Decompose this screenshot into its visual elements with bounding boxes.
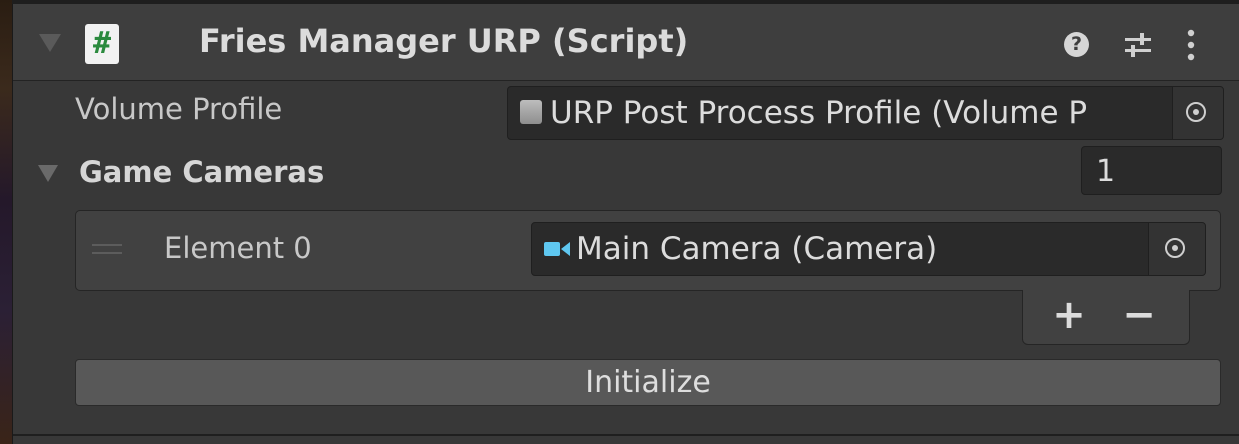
drag-handle-icon[interactable]	[92, 244, 122, 256]
object-picker-icon	[1186, 102, 1206, 122]
list-footer: + −	[1022, 290, 1190, 345]
game-cameras-foldout-icon[interactable]	[38, 165, 58, 182]
scene-background-strip	[0, 0, 12, 444]
initialize-button[interactable]: Initialize	[75, 359, 1221, 406]
element-0-label: Element 0	[164, 231, 312, 265]
volume-profile-label: Volume Profile	[75, 92, 283, 126]
game-cameras-label[interactable]: Game Cameras	[79, 155, 324, 189]
object-picker-icon	[1165, 238, 1185, 258]
object-picker-button[interactable]	[1172, 87, 1223, 139]
inspector-component-panel: # Fries Manager URP (Script) ? Volume Pr…	[12, 4, 1239, 444]
volume-profile-field[interactable]: URP Post Process Profile (Volume P	[507, 86, 1224, 140]
volume-profile-icon	[520, 100, 542, 124]
element-0-value: Main Camera (Camera)	[576, 231, 938, 267]
element-0-camera-field[interactable]: Main Camera (Camera)	[531, 222, 1206, 276]
presets-sliders-icon[interactable]	[1123, 30, 1153, 60]
csharp-script-icon: #	[85, 24, 119, 64]
triangle-down-icon[interactable]	[39, 34, 61, 52]
volume-profile-value: URP Post Process Profile (Volume P	[550, 95, 1088, 131]
object-picker-button[interactable]	[1148, 223, 1205, 275]
camera-icon	[544, 242, 570, 256]
remove-element-button[interactable]: −	[1109, 290, 1169, 342]
component-header[interactable]: # Fries Manager URP (Script) ?	[13, 4, 1239, 81]
component-title: Fries Manager URP (Script)	[199, 22, 689, 60]
add-element-button[interactable]: +	[1039, 290, 1099, 342]
game-cameras-list: Element 0 Main Camera (Camera)	[75, 210, 1221, 291]
game-cameras-size-input[interactable]: 1	[1081, 146, 1222, 195]
help-icon[interactable]: ?	[1064, 32, 1089, 57]
divider	[13, 434, 1239, 436]
kebab-menu-icon[interactable]	[1185, 28, 1197, 62]
